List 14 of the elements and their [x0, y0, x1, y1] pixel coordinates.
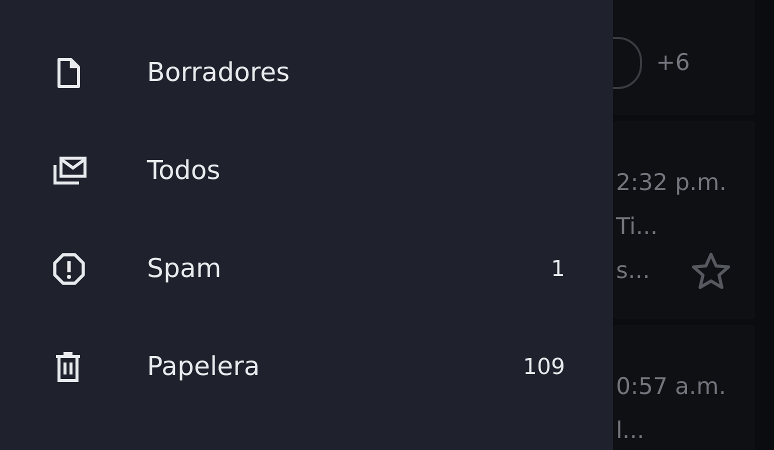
folder-name: Borradores [147, 58, 291, 88]
mail-time: 0:57 a.m. [616, 373, 728, 402]
warning-icon [50, 250, 88, 288]
mail-time: 2:32 p.m. [616, 169, 728, 198]
star-icon[interactable] [690, 250, 732, 292]
mail-subject: l... [616, 417, 646, 446]
folder-name: Spam [147, 254, 222, 284]
mail-preview: s... [616, 257, 650, 286]
folder-name: Papelera [147, 352, 261, 382]
folder-name: Todos [147, 156, 222, 186]
more-count: +6 [656, 48, 690, 78]
drawer-item[interactable]: Papelera 109 [0, 318, 613, 416]
mail-subject: Ti... [616, 213, 659, 242]
unread-count: 109 [523, 354, 565, 380]
